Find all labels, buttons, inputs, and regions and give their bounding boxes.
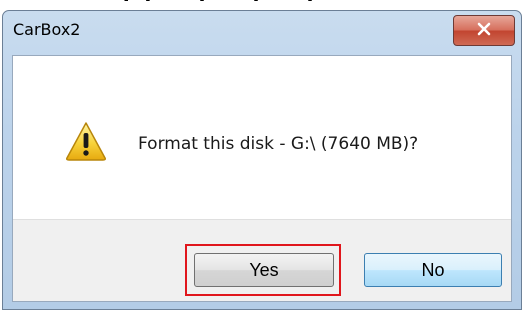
button-bar: Yes No (13, 219, 511, 301)
background-text-fragment: ~ . . . . . (60, 0, 315, 10)
close-button[interactable] (453, 15, 515, 46)
no-button[interactable]: No (364, 253, 502, 287)
warning-icon (65, 121, 107, 161)
dialog-body: Format this disk - G:\ (7640 MB)? Yes No (12, 55, 512, 302)
close-icon (477, 21, 491, 40)
dialog-title: CarBox2 (13, 20, 81, 39)
dialog-window: CarBox2 Format this disk - G:\ (7640 MB)… (2, 10, 522, 310)
dialog-message: Format this disk - G:\ (7640 MB)? (138, 134, 419, 154)
yes-button-highlight (185, 244, 341, 296)
message-area: Format this disk - G:\ (7640 MB)? (13, 56, 511, 219)
